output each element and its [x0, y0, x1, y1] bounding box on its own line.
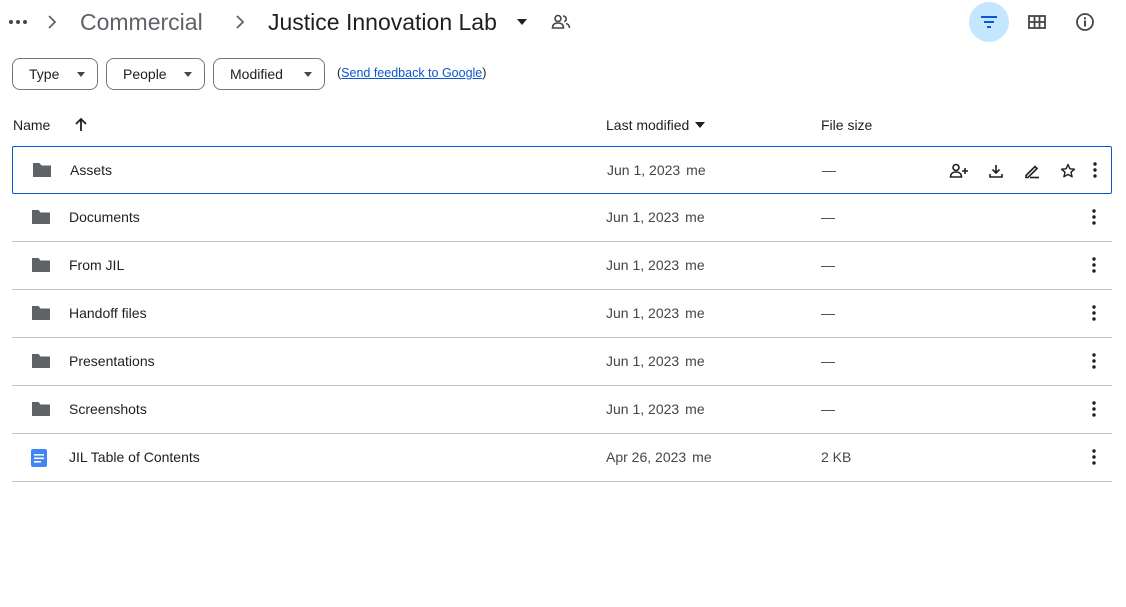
file-row[interactable]: Documents Jun 1, 2023 me —: [12, 194, 1112, 242]
folder-icon: [30, 256, 52, 276]
file-name: Handoff files: [69, 305, 147, 321]
file-row[interactable]: Presentations Jun 1, 2023 me —: [12, 338, 1112, 386]
modified-filter-label: Modified: [230, 66, 283, 82]
modified-date: Jun 1, 2023: [606, 353, 680, 369]
send-feedback-link[interactable]: Send feedback to Google: [341, 66, 482, 80]
file-name: JIL Table of Contents: [69, 449, 200, 465]
modified-by: me: [685, 305, 705, 321]
grid-view-icon: [1028, 15, 1046, 29]
breadcrumb-parent[interactable]: Commercial: [80, 6, 203, 38]
column-header-last-modified[interactable]: Last modified: [606, 117, 706, 133]
file-size-cell: —: [821, 353, 835, 369]
type-filter-chip[interactable]: Type: [12, 58, 98, 90]
modified-by: me: [685, 257, 705, 273]
arrow-drop-down-icon[interactable]: [516, 17, 528, 27]
modified-filter-chip[interactable]: Modified: [213, 58, 325, 90]
modified-by: me: [685, 401, 705, 417]
arrow-drop-down-icon: [184, 72, 192, 77]
column-header-file-size: File size: [821, 117, 873, 133]
folder-icon: [30, 352, 52, 372]
shared-people-icon: [551, 14, 571, 29]
file-row[interactable]: JIL Table of Contents Apr 26, 2023 me 2 KB: [12, 434, 1112, 482]
feedback-text: (Send feedback to Google): [337, 66, 486, 80]
add-person-icon[interactable]: [948, 160, 970, 182]
details-button[interactable]: [1065, 2, 1105, 42]
more-vert-icon[interactable]: [1085, 399, 1103, 419]
folder-icon: [30, 400, 52, 420]
file-name: Screenshots: [69, 401, 147, 417]
file-size-cell: —: [821, 209, 835, 225]
feedback-paren-close: ): [482, 66, 487, 80]
file-row[interactable]: From JIL Jun 1, 2023 me —: [12, 242, 1112, 290]
file-list: Assets Jun 1, 2023 me — Documents Jun 1, 2023…: [12, 146, 1112, 482]
file-size-cell: —: [821, 257, 835, 273]
last-modified-cell: Jun 1, 2023 me: [606, 257, 705, 273]
arrow-up-icon[interactable]: [72, 116, 90, 134]
star-icon[interactable]: [1057, 160, 1079, 182]
file-row[interactable]: Assets Jun 1, 2023 me —: [12, 146, 1112, 194]
more-vert-icon[interactable]: [1085, 207, 1103, 227]
google-doc-icon: [30, 448, 52, 468]
folder-icon: [30, 208, 52, 228]
rename-icon[interactable]: [1021, 160, 1043, 182]
file-row[interactable]: Screenshots Jun 1, 2023 me —: [12, 386, 1112, 434]
filter-button[interactable]: [969, 2, 1009, 42]
last-modified-cell: Jun 1, 2023 me: [606, 401, 705, 417]
people-filter-label: People: [123, 66, 167, 82]
folder-icon: [30, 304, 52, 324]
breadcrumb-current-folder[interactable]: Justice Innovation Lab: [268, 6, 497, 38]
folder-icon: [31, 161, 53, 181]
more-vert-icon[interactable]: [1086, 160, 1104, 180]
last-modified-cell: Jun 1, 2023 me: [606, 305, 705, 321]
last-modified-cell: Jun 1, 2023 me: [606, 209, 705, 225]
more-vert-icon[interactable]: [1085, 351, 1103, 371]
more-horiz-icon[interactable]: [8, 12, 28, 32]
modified-date: Apr 26, 2023: [606, 449, 687, 465]
file-row[interactable]: Handoff files Jun 1, 2023 me —: [12, 290, 1112, 338]
modified-by: me: [692, 449, 712, 465]
file-size-cell: 2 KB: [821, 449, 852, 465]
type-filter-label: Type: [29, 66, 60, 82]
modified-by: me: [685, 209, 705, 225]
chevron-right-icon: [236, 15, 245, 29]
file-name: Documents: [69, 209, 140, 225]
filter-icon: [981, 16, 997, 28]
arrow-drop-down-icon: [304, 72, 312, 77]
file-size-cell: —: [821, 401, 835, 417]
column-header-name[interactable]: Name: [13, 117, 50, 133]
modified-date: Jun 1, 2023: [606, 257, 680, 273]
file-size-cell: —: [821, 305, 835, 321]
last-modified-cell: Jun 1, 2023 me: [607, 162, 706, 178]
grid-view-button[interactable]: [1017, 2, 1057, 42]
last-modified-cell: Jun 1, 2023 me: [606, 353, 705, 369]
info-icon: [1076, 13, 1094, 31]
file-name: From JIL: [69, 257, 125, 273]
last-modified-cell: Apr 26, 2023 me: [606, 449, 712, 465]
file-name: Assets: [70, 162, 113, 178]
modified-date: Jun 1, 2023: [607, 162, 681, 178]
download-icon[interactable]: [985, 160, 1007, 182]
modified-date: Jun 1, 2023: [606, 305, 680, 321]
column-header-last-modified-label: Last modified: [606, 117, 690, 133]
modified-by: me: [685, 353, 705, 369]
modified-date: Jun 1, 2023: [606, 401, 680, 417]
arrow-drop-down-icon: [695, 122, 706, 128]
modified-date: Jun 1, 2023: [606, 209, 680, 225]
file-size-cell: —: [822, 162, 836, 178]
header-bar: Commercial Justice Innovation Lab: [0, 0, 1126, 44]
file-name: Presentations: [69, 353, 155, 369]
chevron-right-icon: [48, 15, 57, 29]
arrow-drop-down-icon: [77, 72, 85, 77]
people-filter-chip[interactable]: People: [106, 58, 205, 90]
more-vert-icon[interactable]: [1085, 447, 1103, 467]
more-vert-icon[interactable]: [1085, 303, 1103, 323]
more-vert-icon[interactable]: [1085, 255, 1103, 275]
modified-by: me: [686, 162, 706, 178]
